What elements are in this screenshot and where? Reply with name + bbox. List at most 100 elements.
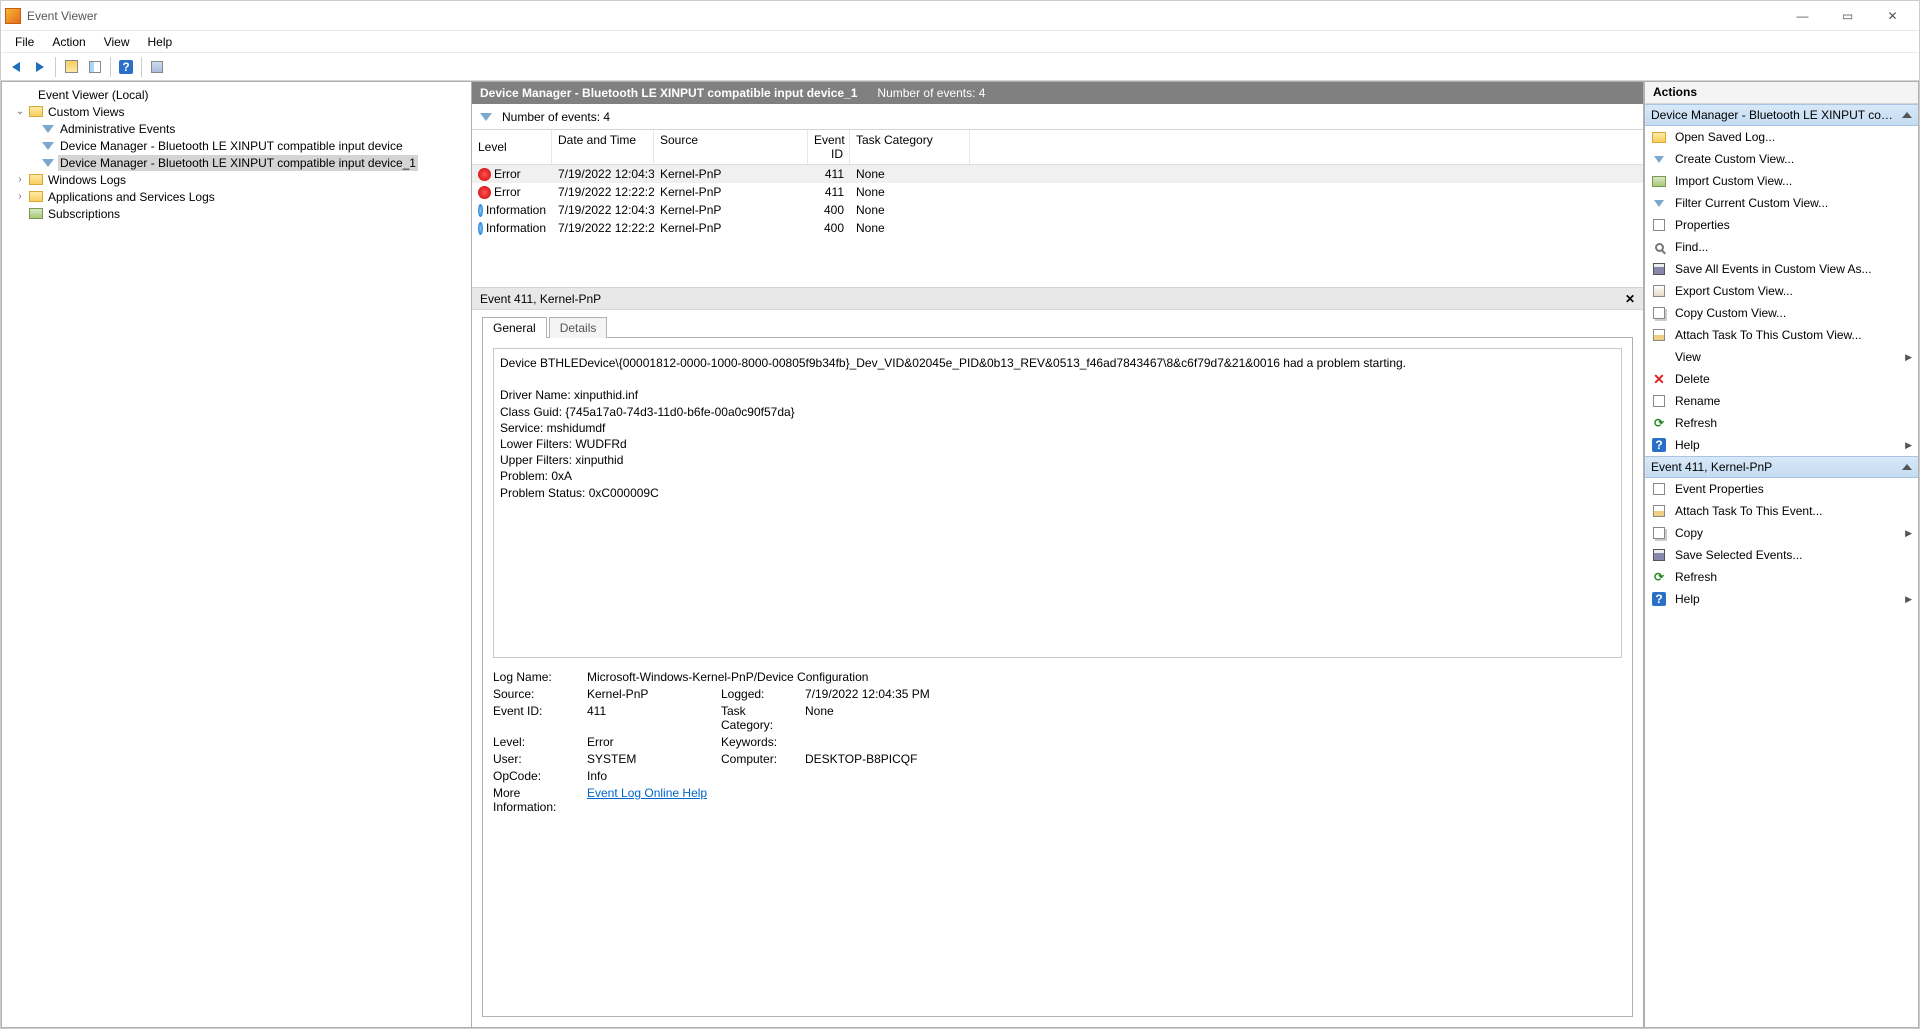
action-view[interactable]: View▶ <box>1645 346 1918 368</box>
error-icon <box>478 186 491 199</box>
event-row[interactable]: Information7/19/2022 12:22:24 PMKernel-P… <box>472 219 1643 237</box>
col-date[interactable]: Date and Time <box>552 130 654 164</box>
action-icon: ⟳ <box>1651 415 1667 431</box>
action-properties[interactable]: Properties <box>1645 214 1918 236</box>
maximize-button[interactable]: ▭ <box>1825 2 1870 30</box>
nav-forward-button[interactable] <box>29 56 51 78</box>
event-description[interactable]: Device BTHLEDevice\{00001812-0000-1000-8… <box>493 348 1622 658</box>
tree-admin-events[interactable]: Administrative Events <box>4 120 469 137</box>
action-icon <box>1651 173 1667 189</box>
action-icon <box>1651 481 1667 497</box>
action-export-custom-view[interactable]: Export Custom View... <box>1645 280 1918 302</box>
action-refresh[interactable]: ⟳Refresh <box>1645 412 1918 434</box>
menu-view[interactable]: View <box>96 33 138 51</box>
toolbar-properties[interactable] <box>84 56 106 78</box>
chevron-right-icon: ▶ <box>1905 528 1912 539</box>
action-copy-custom-view[interactable]: Copy Custom View... <box>1645 302 1918 324</box>
action-icon: ✕ <box>1651 371 1667 387</box>
menu-file[interactable]: File <box>7 33 42 51</box>
tab-details[interactable]: Details <box>549 317 608 338</box>
error-icon <box>478 168 491 181</box>
action-copy[interactable]: Copy▶ <box>1645 522 1918 544</box>
tree-windows-logs[interactable]: › Windows Logs <box>4 171 469 188</box>
tree-dm2[interactable]: Device Manager - Bluetooth LE XINPUT com… <box>4 154 469 171</box>
event-metadata: Log Name: Microsoft-Windows-Kernel-PnP/D… <box>493 670 1622 814</box>
action-icon <box>1651 393 1667 409</box>
event-row[interactable]: Error7/19/2022 12:04:35 PMKernel-PnP411N… <box>472 165 1643 183</box>
tree-dm1[interactable]: Device Manager - Bluetooth LE XINPUT com… <box>4 137 469 154</box>
col-task[interactable]: Task Category <box>850 130 970 164</box>
action-icon <box>1651 261 1667 277</box>
actions-pane: Actions Device Manager - Bluetooth LE XI… <box>1644 81 1919 1028</box>
action-create-custom-view[interactable]: Create Custom View... <box>1645 148 1918 170</box>
details-close-button[interactable]: ✕ <box>1625 292 1635 306</box>
action-help[interactable]: ?Help▶ <box>1645 588 1918 610</box>
action-import-custom-view[interactable]: Import Custom View... <box>1645 170 1918 192</box>
chevron-right-icon: ▶ <box>1905 594 1912 605</box>
action-save-selected-events[interactable]: Save Selected Events... <box>1645 544 1918 566</box>
menu-help[interactable]: Help <box>140 33 181 51</box>
action-icon <box>1651 217 1667 233</box>
tree-custom-views[interactable]: ⌄ Custom Views <box>4 103 469 120</box>
action-delete[interactable]: ✕Delete <box>1645 368 1918 390</box>
filter-count: Number of events: 4 <box>502 110 610 124</box>
event-row[interactable]: Error7/19/2022 12:22:25 PMKernel-PnP411N… <box>472 183 1643 201</box>
collapse-icon <box>1902 112 1912 118</box>
chevron-right-icon: ▶ <box>1905 440 1912 451</box>
action-icon: ? <box>1651 591 1667 607</box>
action-filter-current-custom-view[interactable]: Filter Current Custom View... <box>1645 192 1918 214</box>
collapse-icon <box>1902 464 1912 470</box>
action-find[interactable]: Find... <box>1645 236 1918 258</box>
action-refresh[interactable]: ⟳Refresh <box>1645 566 1918 588</box>
action-icon: ? <box>1651 437 1667 453</box>
action-icon <box>1651 327 1667 343</box>
center-header-count: Number of events: 4 <box>877 86 985 100</box>
details-pane: Event 411, Kernel-PnP ✕ General Details … <box>472 288 1643 1027</box>
tree-subscriptions[interactable]: Subscriptions <box>4 205 469 222</box>
menu-action[interactable]: Action <box>44 33 93 51</box>
more-info-link[interactable]: Event Log Online Help <box>587 786 707 800</box>
tree-apps-logs[interactable]: › Applications and Services Logs <box>4 188 469 205</box>
center-pane: Device Manager - Bluetooth LE XINPUT com… <box>471 81 1644 1028</box>
actions-section-2[interactable]: Event 411, Kernel-PnP <box>1645 456 1918 478</box>
actions-section-1[interactable]: Device Manager - Bluetooth LE XINPUT com… <box>1645 104 1918 126</box>
titlebar: Event Viewer — ▭ ✕ <box>1 1 1919 31</box>
app-icon <box>5 8 21 24</box>
action-rename[interactable]: Rename <box>1645 390 1918 412</box>
filter-bar: Number of events: 4 <box>472 104 1643 130</box>
nav-back-button[interactable] <box>5 56 27 78</box>
tab-general[interactable]: General <box>482 317 547 338</box>
action-attach-task-to-this-custom-view[interactable]: Attach Task To This Custom View... <box>1645 324 1918 346</box>
center-header: Device Manager - Bluetooth LE XINPUT com… <box>472 82 1643 104</box>
tree-root[interactable]: Event Viewer (Local) <box>4 86 469 103</box>
window-title: Event Viewer <box>27 9 1780 23</box>
center-header-title: Device Manager - Bluetooth LE XINPUT com… <box>480 86 857 100</box>
col-source[interactable]: Source <box>654 130 808 164</box>
toolbar: ? <box>1 53 1919 81</box>
toolbar-help[interactable]: ? <box>115 56 137 78</box>
action-icon <box>1651 525 1667 541</box>
action-save-all-events-in-custom-view-as[interactable]: Save All Events in Custom View As... <box>1645 258 1918 280</box>
action-event-properties[interactable]: Event Properties <box>1645 478 1918 500</box>
chevron-right-icon: ▶ <box>1905 352 1912 363</box>
action-icon <box>1651 283 1667 299</box>
action-open-saved-log[interactable]: Open Saved Log... <box>1645 126 1918 148</box>
action-attach-task-to-this-event[interactable]: Attach Task To This Event... <box>1645 500 1918 522</box>
event-row[interactable]: Information7/19/2022 12:04:34 PMKernel-P… <box>472 201 1643 219</box>
toolbar-show-hide-tree[interactable] <box>60 56 82 78</box>
action-help[interactable]: ?Help▶ <box>1645 434 1918 456</box>
close-button[interactable]: ✕ <box>1870 2 1915 30</box>
tree-pane: Event Viewer (Local) ⌄ Custom Views Admi… <box>1 81 471 1028</box>
col-level[interactable]: Level <box>472 130 552 164</box>
action-icon <box>1651 239 1667 255</box>
toolbar-refresh[interactable] <box>146 56 168 78</box>
actions-title: Actions <box>1645 82 1918 104</box>
action-icon <box>1651 305 1667 321</box>
action-icon <box>1651 129 1667 145</box>
minimize-button[interactable]: — <box>1780 2 1825 30</box>
col-eventid[interactable]: Event ID <box>808 130 850 164</box>
info-icon <box>478 222 483 235</box>
details-header-title: Event 411, Kernel-PnP <box>480 292 601 306</box>
menubar: File Action View Help <box>1 31 1919 53</box>
event-table-header[interactable]: Level Date and Time Source Event ID Task… <box>472 130 1643 165</box>
